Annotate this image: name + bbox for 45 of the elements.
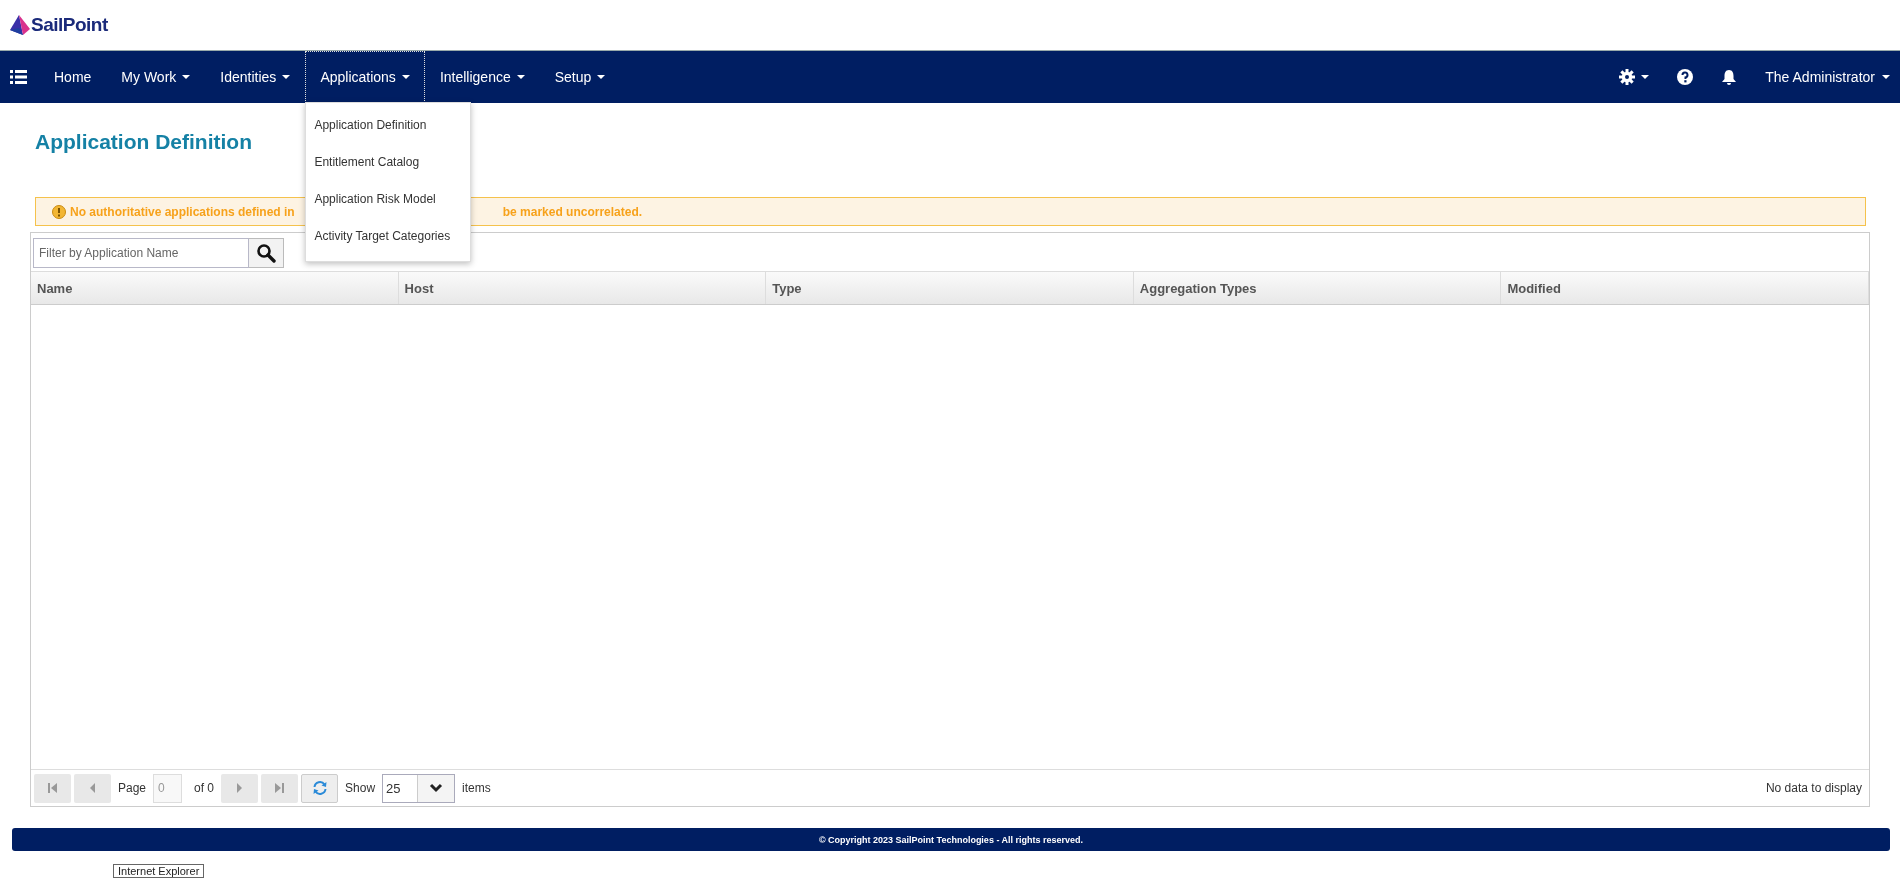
logo-icon: [10, 15, 30, 35]
column-header[interactable]: Type: [772, 280, 802, 296]
menu-item[interactable]: Application Definition: [306, 107, 471, 144]
warning-icon: [52, 204, 66, 219]
logo-text: SailPoint: [31, 14, 108, 36]
refresh-button[interactable]: [301, 773, 339, 803]
search-button[interactable]: [249, 238, 284, 268]
items-label: items: [461, 781, 492, 795]
page-size-select[interactable]: 25: [382, 773, 456, 803]
nav-tab[interactable]: Setup: [539, 51, 621, 103]
last-page-icon: [275, 783, 285, 793]
filter-field[interactable]: Filter by Application Name: [33, 238, 249, 268]
search-icon: [256, 243, 276, 263]
column-header[interactable]: Modified: [1507, 280, 1561, 296]
menu-item[interactable]: Application Risk Model: [306, 181, 471, 218]
menu-item[interactable]: Activity Target Categories: [306, 218, 471, 255]
tooltip: Internet Explorer: [113, 864, 205, 878]
first-page-icon: [48, 783, 57, 793]
user-menu[interactable]: The Administrator: [1751, 51, 1900, 103]
caret-icon: [1882, 75, 1890, 79]
warning-text: No authoritative applications defined in: [70, 204, 295, 219]
column-header[interactable]: Host: [404, 280, 434, 296]
warning-text: be marked uncorrelated.: [502, 204, 643, 219]
menu-item[interactable]: Entitlement Catalog: [306, 144, 471, 181]
copyright-text: © Copyright 2023 SailPoint Technologies - All rights reserved.: [818, 834, 1084, 845]
page-label: Page: [117, 781, 148, 795]
bell-icon[interactable]: [1721, 68, 1738, 86]
refresh-icon: [311, 780, 328, 796]
column-header[interactable]: Aggregation Types: [1139, 280, 1257, 296]
help-icon[interactable]: [1677, 69, 1694, 85]
next-page-icon: [236, 783, 244, 793]
show-label: Show: [344, 781, 377, 795]
settings-icon[interactable]: [1619, 69, 1636, 85]
column-header[interactable]: Name: [37, 280, 73, 296]
menu-icon[interactable]: [10, 70, 27, 84]
page-title: Application Definition: [35, 130, 252, 154]
nav-tab[interactable]: My Work: [106, 51, 206, 103]
page-count: of 0: [193, 781, 216, 795]
status-text: No data to display: [1765, 781, 1863, 795]
nav-tab[interactable]: Identities: [205, 51, 306, 103]
prev-page-icon: [89, 783, 96, 793]
nav-tab[interactable]: Intelligence: [424, 51, 540, 103]
chevron-down-icon: [429, 783, 444, 793]
caret-icon: [1641, 75, 1650, 79]
nav-tab[interactable]: Home: [39, 51, 107, 103]
